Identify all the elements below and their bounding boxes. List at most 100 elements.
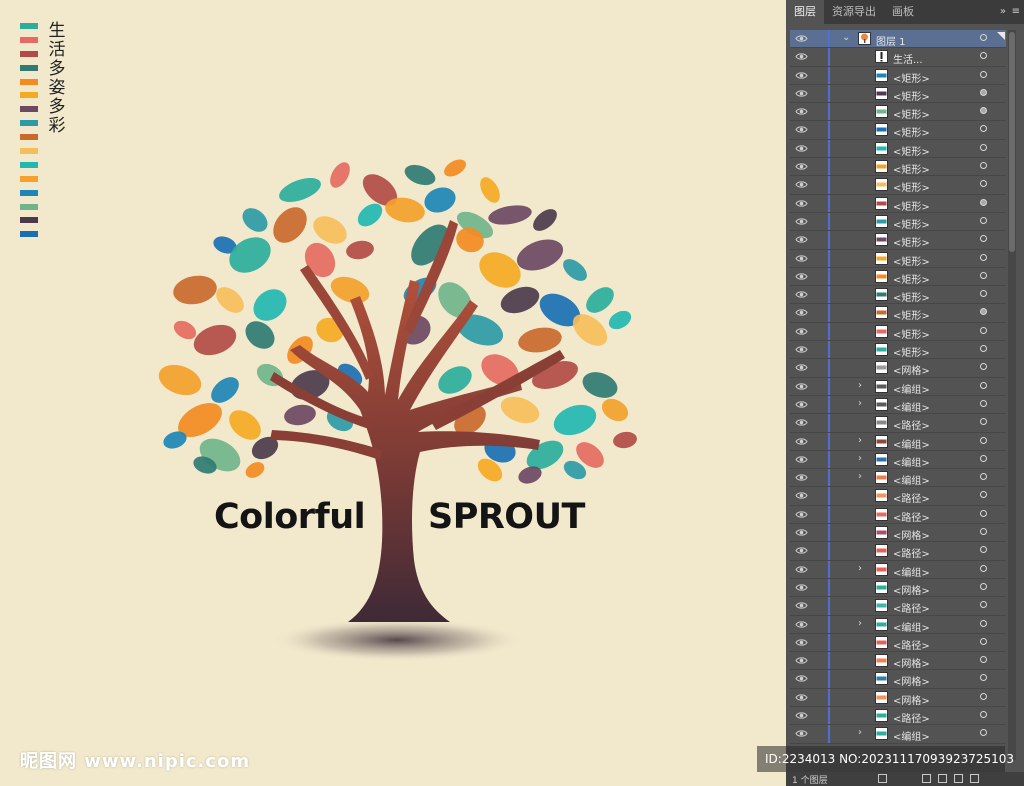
layer-row[interactable]: <路径> bbox=[790, 414, 1006, 433]
visibility-eye-icon[interactable] bbox=[795, 545, 808, 556]
target-circle-icon[interactable] bbox=[980, 235, 987, 243]
scrollbar-thumb[interactable] bbox=[1009, 32, 1015, 252]
target-circle-icon[interactable] bbox=[980, 509, 987, 517]
layer-row[interactable]: <路径> bbox=[790, 505, 1006, 525]
layer-row[interactable]: <矩形> bbox=[790, 66, 1006, 85]
tab-asset-export[interactable]: 资源导出 bbox=[824, 0, 884, 24]
target-circle-icon[interactable] bbox=[980, 656, 987, 664]
target-circle-icon[interactable] bbox=[980, 88, 987, 96]
target-circle-icon[interactable] bbox=[980, 601, 987, 609]
visibility-eye-icon[interactable] bbox=[795, 271, 808, 282]
visibility-eye-icon[interactable] bbox=[795, 253, 808, 264]
target-circle-icon[interactable] bbox=[980, 345, 987, 353]
visibility-eye-icon[interactable] bbox=[795, 289, 808, 300]
target-circle-icon[interactable] bbox=[980, 473, 987, 481]
visibility-eye-icon[interactable] bbox=[795, 710, 808, 721]
visibility-eye-icon[interactable] bbox=[795, 564, 808, 575]
layer-row[interactable]: › <编组> bbox=[790, 615, 1006, 634]
target-circle-icon[interactable] bbox=[980, 180, 987, 188]
target-circle-icon[interactable] bbox=[980, 454, 987, 462]
layer-row[interactable]: <矩形> bbox=[790, 194, 1006, 213]
export-icon[interactable] bbox=[878, 774, 887, 783]
make-clip-mask-icon[interactable] bbox=[922, 774, 931, 783]
layer-row[interactable]: <路径> bbox=[790, 487, 1006, 506]
target-circle-icon[interactable] bbox=[980, 528, 987, 536]
visibility-eye-icon[interactable] bbox=[795, 381, 808, 392]
expand-chevron-icon[interactable]: › bbox=[858, 380, 862, 391]
expand-chevron-icon[interactable]: › bbox=[858, 727, 862, 738]
visibility-eye-icon[interactable] bbox=[795, 399, 808, 410]
visibility-eye-icon[interactable] bbox=[795, 33, 808, 44]
target-circle-icon[interactable] bbox=[980, 546, 987, 554]
visibility-eye-icon[interactable] bbox=[795, 344, 808, 355]
visibility-eye-icon[interactable] bbox=[795, 88, 808, 99]
visibility-eye-icon[interactable] bbox=[795, 692, 808, 703]
visibility-eye-icon[interactable] bbox=[795, 362, 808, 373]
target-circle-icon[interactable] bbox=[980, 253, 987, 261]
layer-row[interactable]: › <编组> bbox=[790, 560, 1006, 579]
visibility-eye-icon[interactable] bbox=[795, 234, 808, 245]
target-circle-icon[interactable] bbox=[980, 290, 987, 298]
visibility-eye-icon[interactable] bbox=[795, 454, 808, 465]
target-circle-icon[interactable] bbox=[980, 381, 987, 389]
layer-row[interactable]: ⌄ 图层 1 bbox=[790, 30, 1006, 49]
target-circle-icon[interactable] bbox=[980, 564, 987, 572]
layer-row[interactable]: <矩形> bbox=[790, 322, 1006, 342]
visibility-eye-icon[interactable] bbox=[795, 51, 808, 62]
target-circle-icon[interactable] bbox=[980, 70, 987, 78]
visibility-eye-icon[interactable] bbox=[795, 728, 808, 739]
layer-row[interactable]: › <编组> bbox=[790, 725, 1006, 744]
expand-chevron-icon[interactable]: › bbox=[858, 398, 862, 409]
layer-row[interactable]: <路径> bbox=[790, 706, 1006, 726]
visibility-eye-icon[interactable] bbox=[795, 655, 808, 666]
target-circle-icon[interactable] bbox=[980, 34, 987, 41]
layer-list-scrollbar[interactable] bbox=[1008, 30, 1016, 760]
target-circle-icon[interactable] bbox=[980, 674, 987, 682]
target-circle-icon[interactable] bbox=[980, 271, 987, 279]
visibility-eye-icon[interactable] bbox=[795, 106, 808, 117]
layer-row[interactable]: <网格> bbox=[790, 578, 1006, 598]
layer-row[interactable]: <矩形> bbox=[790, 341, 1006, 360]
target-circle-icon[interactable] bbox=[980, 619, 987, 627]
layer-row[interactable]: 生活... bbox=[790, 48, 1006, 67]
layer-row[interactable]: <矩形> bbox=[790, 212, 1006, 232]
visibility-eye-icon[interactable] bbox=[795, 124, 808, 135]
expand-chevron-icon[interactable]: ⌄ bbox=[842, 32, 850, 43]
visibility-eye-icon[interactable] bbox=[795, 307, 808, 318]
visibility-eye-icon[interactable] bbox=[795, 472, 808, 483]
layer-row[interactable]: <网格> bbox=[790, 359, 1006, 378]
layer-row[interactable]: <矩形> bbox=[790, 304, 1006, 323]
target-circle-icon[interactable] bbox=[980, 107, 987, 115]
layer-row[interactable]: › <编组> bbox=[790, 395, 1006, 415]
target-circle-icon[interactable] bbox=[980, 692, 987, 700]
layer-row[interactable]: <路径> bbox=[790, 542, 1006, 561]
target-circle-icon[interactable] bbox=[980, 198, 987, 206]
target-circle-icon[interactable] bbox=[980, 729, 987, 737]
visibility-eye-icon[interactable] bbox=[795, 637, 808, 648]
visibility-eye-icon[interactable] bbox=[795, 326, 808, 337]
layer-row[interactable]: › <编组> bbox=[790, 377, 1006, 396]
layer-row[interactable]: <路径> bbox=[790, 633, 1006, 653]
visibility-eye-icon[interactable] bbox=[795, 600, 808, 611]
expand-chevron-icon[interactable]: › bbox=[858, 471, 862, 482]
visibility-eye-icon[interactable] bbox=[795, 619, 808, 630]
target-circle-icon[interactable] bbox=[980, 143, 987, 151]
new-sublayer-icon[interactable] bbox=[938, 774, 947, 783]
target-circle-icon[interactable] bbox=[980, 363, 987, 371]
delete-layer-icon[interactable] bbox=[970, 774, 979, 783]
layer-row[interactable]: <网格> bbox=[790, 670, 1006, 689]
target-circle-icon[interactable] bbox=[980, 491, 987, 499]
expand-chevron-icon[interactable]: › bbox=[858, 563, 862, 574]
layer-row[interactable]: <矩形> bbox=[790, 267, 1006, 287]
layer-row[interactable]: <网格> bbox=[790, 688, 1006, 707]
target-circle-icon[interactable] bbox=[980, 418, 987, 426]
target-circle-icon[interactable] bbox=[980, 436, 987, 444]
target-circle-icon[interactable] bbox=[980, 637, 987, 645]
layer-row[interactable]: <矩形> bbox=[790, 84, 1006, 104]
layer-row[interactable]: <矩形> bbox=[790, 176, 1006, 195]
panel-overflow-icon[interactable]: » bbox=[1000, 0, 1006, 24]
visibility-eye-icon[interactable] bbox=[795, 198, 808, 209]
layer-row[interactable]: <路径> bbox=[790, 597, 1006, 616]
layer-row[interactable]: <矩形> bbox=[790, 158, 1006, 177]
expand-chevron-icon[interactable]: › bbox=[858, 435, 862, 446]
